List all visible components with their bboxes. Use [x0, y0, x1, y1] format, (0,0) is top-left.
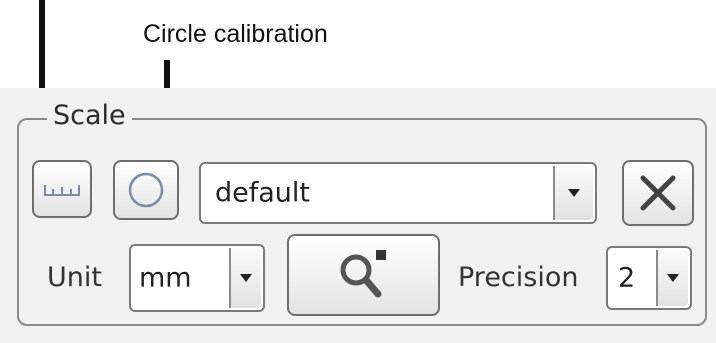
- chevron-down-icon: [240, 274, 252, 282]
- precision-dropdown-button[interactable]: [656, 250, 688, 306]
- unit-value: mm: [139, 262, 192, 294]
- unit-combo[interactable]: mm: [129, 244, 265, 312]
- calibration-profile-combo[interactable]: default: [199, 162, 597, 224]
- unit-label: Unit: [47, 262, 102, 293]
- calibration-profile-value: default: [215, 177, 311, 209]
- line-calibration-button[interactable]: [32, 160, 92, 218]
- unit-dropdown-button[interactable]: [229, 248, 261, 308]
- magnifier-icon: [340, 250, 386, 298]
- chevron-down-icon: [568, 189, 580, 197]
- circle-calibration-button[interactable]: [113, 160, 179, 220]
- scale-group-title: Scale: [47, 100, 132, 131]
- circle-icon: [128, 172, 164, 208]
- delete-calibration-button[interactable]: [622, 160, 694, 226]
- precision-label: Precision: [458, 262, 579, 293]
- close-icon: [640, 175, 676, 211]
- circle-calibration-callout-label: Circle calibration: [143, 20, 328, 48]
- precision-combo[interactable]: 2: [606, 246, 692, 310]
- zoom-button[interactable]: [287, 234, 440, 316]
- page: { "callout": { "circle_label": "Circle c…: [0, 0, 716, 343]
- chevron-down-icon: [667, 274, 679, 282]
- ruler-icon: [44, 185, 80, 196]
- calibration-profile-dropdown-button[interactable]: [553, 166, 593, 220]
- precision-value: 2: [618, 262, 636, 294]
